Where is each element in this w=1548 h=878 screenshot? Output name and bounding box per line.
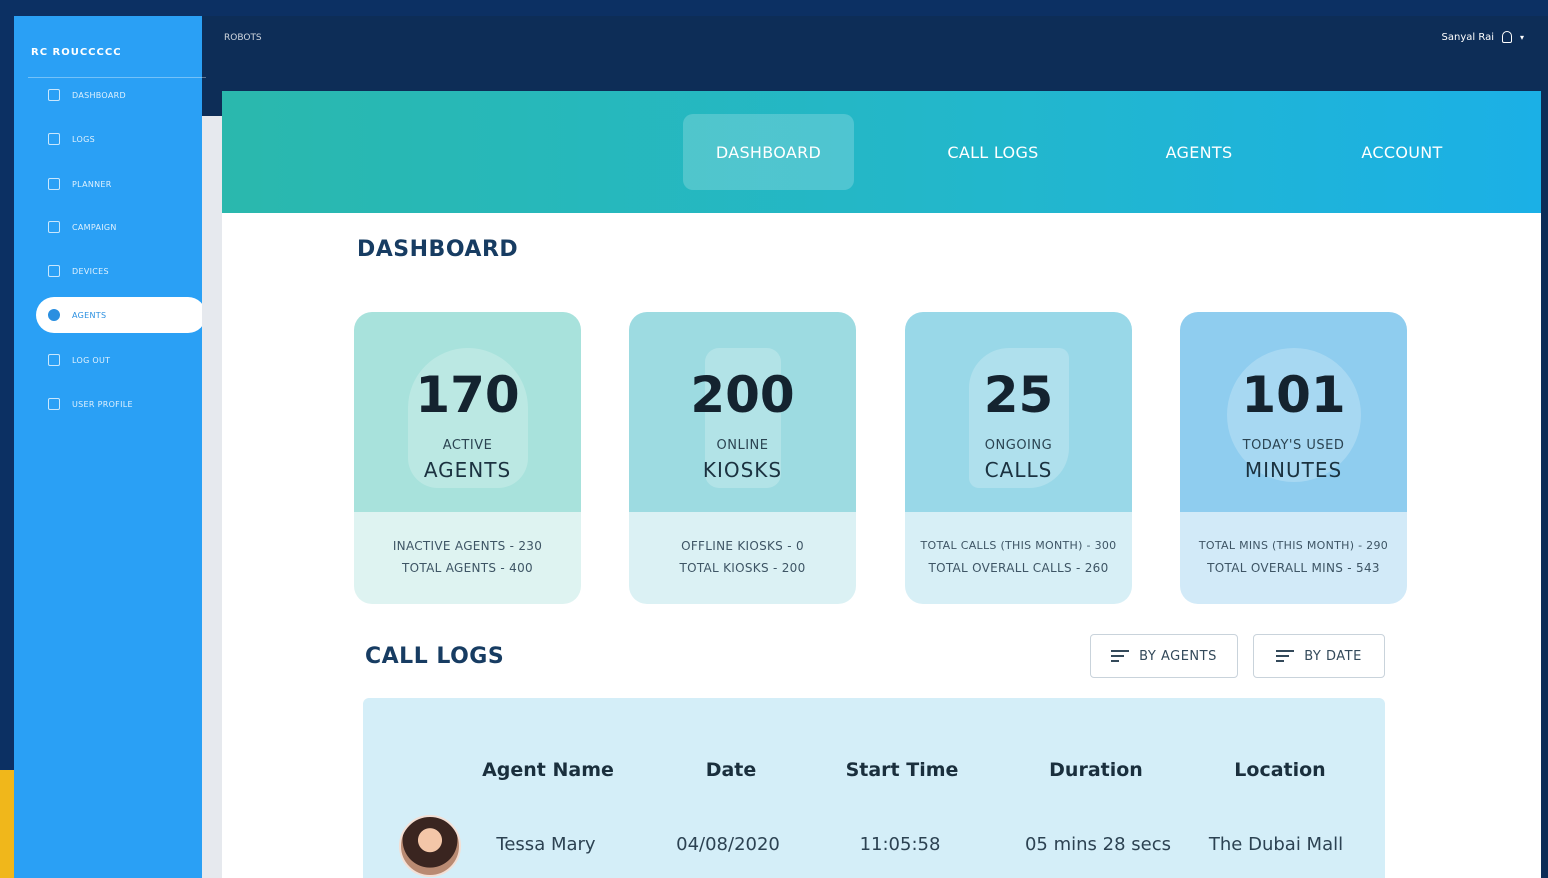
cell-duration: 05 mins 28 secs	[1024, 834, 1172, 855]
logout-icon	[48, 354, 60, 366]
cell-date: 04/08/2020	[676, 834, 780, 855]
topbar-title: ROBOTS	[224, 33, 262, 43]
column-header-location[interactable]: Location	[1195, 759, 1365, 781]
sidebar-item-label: DEVICES	[72, 266, 109, 276]
sidebar-item-devices[interactable]: DEVICES	[36, 253, 206, 289]
chevron-down-icon: ▾	[1519, 32, 1524, 42]
dashboard-title: DASHBOARD	[357, 237, 519, 262]
sidebar: RC ROUCCCCC DASHBOARD LOGS PLANNER CAMPA…	[14, 16, 206, 878]
grid-icon	[48, 89, 60, 101]
accent-strip	[0, 770, 14, 878]
stat-label: KIOSKS	[702, 458, 783, 482]
cell-start-time: 11:05:58	[859, 834, 941, 855]
call-logs-table: Agent Name Date Start Time Duration Loca…	[363, 698, 1385, 878]
stat-label: AGENTS	[423, 458, 512, 482]
stat-caption: ONLINE	[716, 438, 769, 453]
user-icon	[48, 398, 60, 410]
sidebar-item-campaign[interactable]: CAMPAIGN	[36, 209, 206, 245]
stat-detail: TOTAL MINS (THIS MONTH) - 290	[1198, 539, 1389, 552]
window-left-edge	[0, 0, 14, 770]
brand-logo[interactable]: RC ROUCCCCC	[31, 47, 122, 58]
window-top-band	[0, 0, 1548, 16]
stat-number: 170	[415, 366, 520, 424]
column-header-date[interactable]: Date	[656, 759, 806, 781]
chart-icon	[48, 221, 60, 233]
stat-detail: OFFLINE KIOSKS - 0	[681, 539, 804, 553]
sidebar-item-logout[interactable]: LOG OUT	[36, 342, 206, 378]
avatar	[399, 815, 461, 877]
filter-label: BY AGENTS	[1139, 648, 1217, 664]
calendar-icon	[48, 178, 60, 190]
filter-icon	[1276, 650, 1295, 662]
stat-number: 200	[690, 366, 795, 424]
tab-call-logs[interactable]: CALL LOGS	[917, 114, 1069, 190]
column-header-duration[interactable]: Duration	[1013, 759, 1179, 781]
stat-caption: TODAY'S USED	[1242, 438, 1345, 453]
stat-card-calls[interactable]: 25 ONGOING CALLS TOTAL CALLS (THIS MONTH…	[905, 312, 1132, 604]
stat-detail: TOTAL AGENTS - 400	[402, 561, 533, 575]
nav-banner: DASHBOARD CALL LOGS AGENTS ACCOUNT	[222, 91, 1541, 213]
stat-detail: TOTAL KIOSKS - 200	[679, 561, 806, 575]
stat-detail: TOTAL OVERALL CALLS - 260	[928, 561, 1109, 575]
column-header-start-time[interactable]: Start Time	[825, 759, 979, 781]
filter-label: BY DATE	[1304, 648, 1362, 664]
user-icon	[1501, 31, 1512, 43]
sidebar-item-label: PLANNER	[72, 179, 112, 189]
sidebar-item-label: CAMPAIGN	[72, 222, 117, 232]
sidebar-item-planner[interactable]: PLANNER	[36, 166, 206, 202]
cell-location: The Dubai Mall	[1208, 834, 1344, 855]
stat-card-kiosks[interactable]: 200 ONLINE KIOSKS OFFLINE KIOSKS - 0 TOT…	[629, 312, 856, 604]
stat-label: MINUTES	[1244, 458, 1343, 482]
user-menu[interactable]: Sanyal Rai ▾	[1442, 31, 1524, 43]
call-logs-title: CALL LOGS	[365, 644, 505, 669]
stat-number: 25	[983, 366, 1054, 424]
stat-card-bottom	[1180, 512, 1407, 604]
sidebar-item-user-profile[interactable]: USER PROFILE	[36, 386, 206, 422]
tab-account[interactable]: ACCOUNT	[1333, 114, 1471, 190]
stat-caption: ACTIVE	[442, 438, 493, 453]
sidebar-item-label: AGENTS	[72, 310, 107, 320]
sidebar-item-dashboard[interactable]: DASHBOARD	[36, 77, 206, 113]
stat-caption: ONGOING	[984, 438, 1053, 453]
stat-number: 101	[1241, 366, 1346, 424]
stat-card-bottom	[905, 512, 1132, 604]
stat-detail: INACTIVE AGENTS - 230	[392, 539, 543, 553]
cloud-icon	[48, 309, 60, 321]
filter-by-date-button[interactable]: BY DATE	[1253, 634, 1385, 678]
tablet-icon	[48, 265, 60, 277]
main-content: DASHBOARD CALL LOGS AGENTS ACCOUNT DASHB…	[222, 91, 1541, 878]
filter-icon	[1111, 650, 1130, 662]
stat-detail: TOTAL CALLS (THIS MONTH) - 300	[920, 539, 1117, 552]
sidebar-item-agents[interactable]: AGENTS	[36, 297, 206, 333]
document-icon	[48, 133, 60, 145]
stat-label: CALLS	[984, 458, 1053, 482]
stat-detail: TOTAL OVERALL MINS - 543	[1207, 561, 1380, 575]
sidebar-item-label: USER PROFILE	[72, 399, 133, 409]
tab-agents[interactable]: AGENTS	[1135, 114, 1263, 190]
stat-card-minutes[interactable]: 101 TODAY'S USED MINUTES TOTAL MINS (THI…	[1180, 312, 1407, 604]
sidebar-item-label: LOGS	[72, 134, 95, 144]
filter-by-agents-button[interactable]: BY AGENTS	[1090, 634, 1238, 678]
stat-card-agents[interactable]: 170 ACTIVE AGENTS INACTIVE AGENTS - 230 …	[354, 312, 581, 604]
sidebar-item-logs[interactable]: LOGS	[36, 121, 206, 157]
user-name: Sanyal Rai	[1441, 31, 1494, 43]
tab-dashboard[interactable]: DASHBOARD	[683, 114, 854, 190]
column-header-agent-name[interactable]: Agent Name	[463, 759, 633, 781]
sidebar-item-label: DASHBOARD	[72, 90, 126, 100]
content-backdrop	[202, 116, 222, 878]
stat-card-bottom	[629, 512, 856, 604]
stat-card-bottom	[354, 512, 581, 604]
cell-agent-name: Tessa Mary	[496, 834, 596, 855]
sidebar-item-label: LOG OUT	[72, 355, 111, 365]
